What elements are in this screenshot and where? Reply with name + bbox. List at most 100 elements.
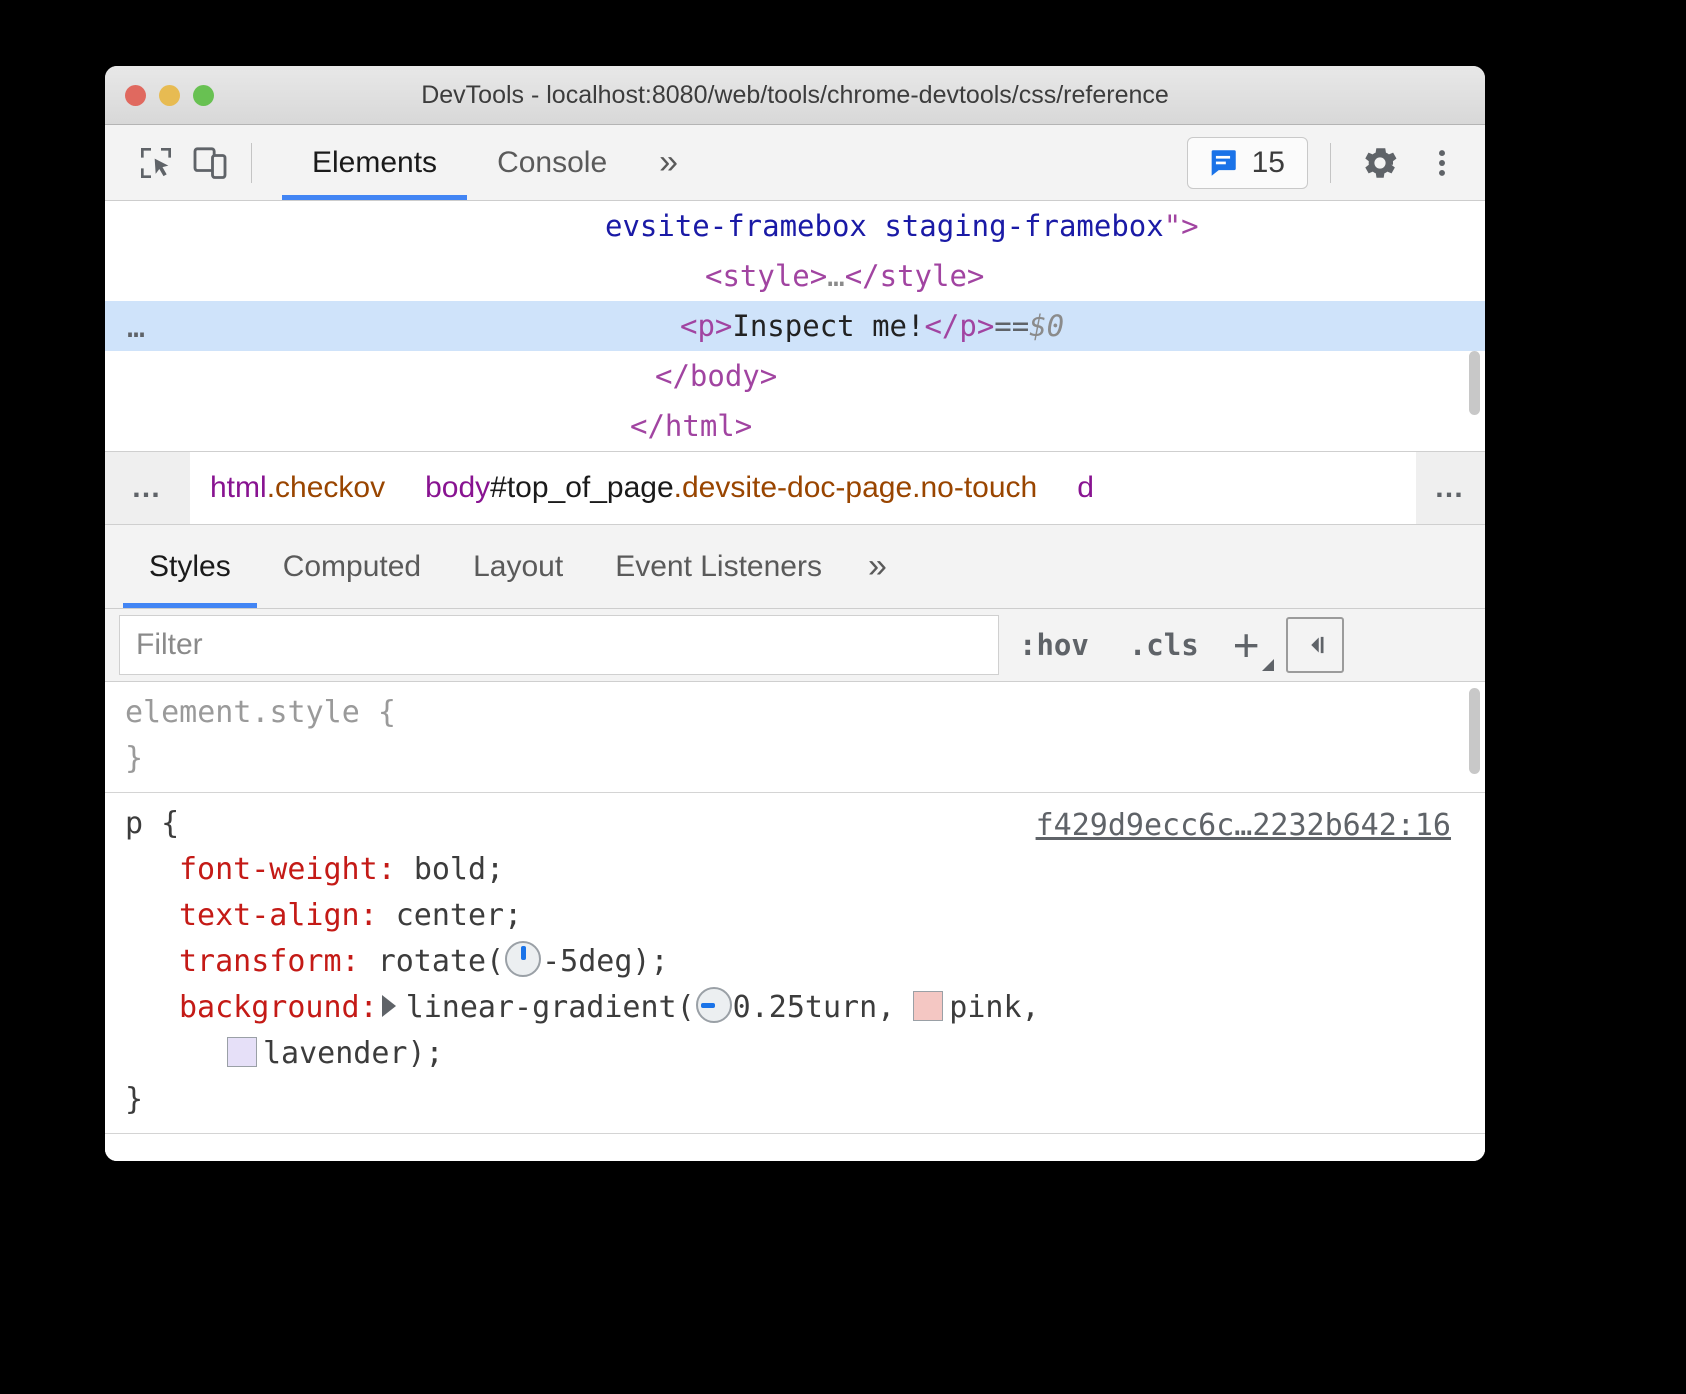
maximize-window-button[interactable] [193, 85, 214, 106]
styles-pane: Styles Computed Layout Event Listeners »… [105, 525, 1485, 1161]
dom-token: $0 [1029, 301, 1064, 351]
styles-tabs-overflow-button[interactable]: » [848, 525, 907, 608]
breadcrumb-overflow-button[interactable]: … [105, 452, 190, 524]
console-message-count: 15 [1252, 146, 1285, 180]
css-property-value: linear-gradient( [406, 990, 695, 1025]
tab-computed[interactable]: Computed [257, 525, 447, 608]
tab-computed-label: Computed [283, 550, 421, 584]
new-style-rule-button[interactable]: + [1219, 609, 1282, 681]
dom-row[interactable]: evsite-framebox staging-framebox"> [105, 201, 1485, 251]
css-declaration[interactable]: text-align: center; [105, 893, 1485, 939]
caret-down-icon [1262, 659, 1274, 671]
panel-tabs-overflow-button[interactable]: » [637, 125, 700, 200]
css-declaration[interactable]: background: linear-gradient( 0.25turn, pin… [105, 985, 1485, 1031]
toolbar-right-group: 15 [1187, 136, 1469, 190]
css-rule-block: element.style {} [105, 682, 1485, 793]
toggle-computed-sidebar-button[interactable] [1286, 617, 1344, 673]
dom-token: … [827, 251, 844, 301]
dom-row-selected[interactable]: …<p>Inspect me!</p> == $0 [105, 301, 1485, 351]
toolbar-divider [251, 143, 252, 183]
toggle-pseudo-states-button[interactable]: :hov [999, 609, 1109, 681]
css-property-value: rotate( [378, 944, 504, 979]
css-rules-scrollbar[interactable] [1469, 688, 1480, 774]
css-property-name: font-weight: [179, 852, 414, 887]
dom-token: </body> [655, 351, 777, 401]
tab-event-listeners-label: Event Listeners [615, 550, 822, 584]
styles-filter-input[interactable] [119, 615, 999, 675]
tab-layout-label: Layout [473, 550, 563, 584]
css-property-value: -5deg); [542, 944, 668, 979]
breadcrumb-item-truncated[interactable]: d [1057, 471, 1114, 505]
settings-button[interactable] [1353, 136, 1407, 190]
css-rule-selector[interactable]: element.style { [105, 690, 1485, 736]
close-window-button[interactable] [125, 85, 146, 106]
tab-styles[interactable]: Styles [123, 525, 257, 608]
css-declaration[interactable]: transform: rotate(-5deg); [105, 939, 1485, 985]
dom-tree-panel[interactable]: evsite-framebox staging-framebox"><style… [105, 201, 1485, 452]
angle-needle-icon [521, 946, 526, 960]
breadcrumb-item-html[interactable]: html.checkov [190, 471, 405, 505]
tab-layout[interactable]: Layout [447, 525, 589, 608]
color-swatch-lavender[interactable] [227, 1037, 257, 1067]
css-property-value: 0.25turn, [733, 990, 914, 1025]
css-color-name: lavender); [263, 1036, 444, 1071]
panel-tabs: Elements Console » [282, 125, 700, 200]
css-rule-source-link[interactable]: f429d9ecc6c…2232b642:16 [1036, 803, 1451, 849]
breadcrumb-html-tag: html [210, 471, 267, 504]
chevron-right-double-icon-2: » [868, 547, 887, 586]
css-rules-list[interactable]: element.style {} f429d9ecc6c…2232b642:16 p… [105, 682, 1485, 1161]
tab-styles-label: Styles [149, 550, 231, 584]
tab-elements-label: Elements [312, 146, 437, 180]
tab-elements[interactable]: Elements [282, 125, 467, 200]
plus-icon: + [1233, 622, 1260, 668]
dom-token: </style> [845, 251, 985, 301]
inspect-element-icon [136, 143, 176, 183]
gradient-expand-arrow-icon[interactable] [382, 995, 396, 1017]
color-swatch-pink[interactable] [913, 991, 943, 1021]
console-messages-badge[interactable]: 15 [1187, 137, 1308, 189]
toggle-element-classes-button[interactable]: .cls [1109, 609, 1219, 681]
css-property-value: center; [396, 898, 522, 933]
breadcrumb-truncated-tag: d [1077, 471, 1094, 504]
dom-row-expand-ellipsis[interactable]: … [127, 303, 147, 353]
toolbar-divider-2 [1330, 143, 1331, 183]
dom-token: </html> [630, 401, 752, 451]
dom-token: <style> [705, 251, 827, 301]
dom-tree-scrollbar[interactable] [1469, 351, 1480, 415]
breadcrumb-item-body[interactable]: body#top_of_page.devsite-doc-page.no-tou… [405, 471, 1057, 505]
breadcrumb-overflow-label: … [131, 471, 164, 505]
dom-token: </p> [924, 301, 994, 351]
css-close-brace-text: } [125, 1082, 143, 1117]
dom-token: "> [1164, 201, 1199, 251]
device-toolbar-icon [190, 143, 230, 183]
css-declaration-continuation[interactable]: lavender); [105, 1031, 1485, 1077]
breadcrumb-tail-overflow[interactable]: … [1416, 452, 1485, 524]
dom-row[interactable]: <style>…</style> [105, 251, 1485, 301]
devtools-window: DevTools - localhost:8080/web/tools/chro… [105, 66, 1485, 1161]
angle-needle-icon [701, 1003, 715, 1008]
css-close-brace-text: } [125, 741, 143, 776]
device-toolbar-button[interactable] [183, 136, 237, 190]
dom-token: Inspect me! [732, 301, 924, 351]
css-selector-text: p { [125, 806, 179, 841]
css-rules-container: element.style {} f429d9ecc6c…2232b642:16 p… [105, 682, 1485, 1134]
dom-row[interactable]: </body> [105, 351, 1485, 401]
css-declaration[interactable]: font-weight: bold; [105, 847, 1485, 893]
angle-clock-widget[interactable] [505, 941, 541, 977]
traffic-lights [125, 85, 214, 106]
hov-label: :hov [1019, 628, 1089, 662]
css-color-name: pink, [949, 990, 1039, 1025]
breadcrumb-body-tag: body [425, 471, 490, 504]
inspect-element-button[interactable] [129, 136, 183, 190]
cls-label: .cls [1129, 628, 1199, 662]
angle-turn-widget[interactable] [696, 987, 732, 1023]
tab-console[interactable]: Console [467, 125, 637, 200]
dom-tree-rows: evsite-framebox staging-framebox"><style… [105, 201, 1485, 451]
css-property-name: background: [179, 990, 378, 1025]
gear-icon [1359, 142, 1401, 184]
toggle-sidebar-icon [1300, 630, 1330, 660]
more-options-button[interactable] [1415, 136, 1469, 190]
dom-row[interactable]: </html> [105, 401, 1485, 451]
minimize-window-button[interactable] [159, 85, 180, 106]
tab-event-listeners[interactable]: Event Listeners [589, 525, 848, 608]
